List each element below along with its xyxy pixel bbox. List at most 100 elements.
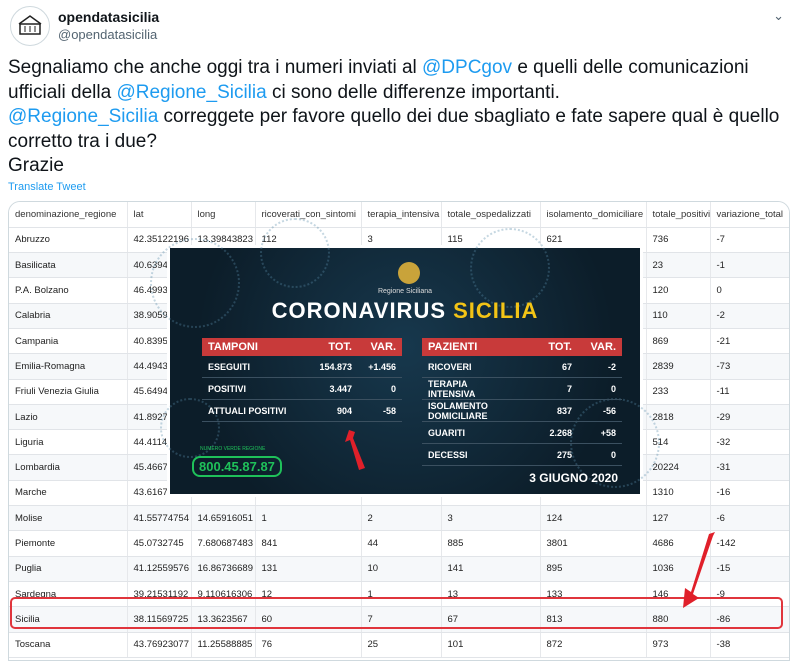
table-cell: 895: [540, 556, 647, 582]
table-cell: 2: [361, 505, 442, 532]
tamponi-panel: TAMPONI TOT. VAR. ESEGUITI 154.873 +1.456 POS…: [202, 338, 402, 422]
translate-tweet-link[interactable]: Translate Tweet: [8, 181, 86, 193]
table-cell: 43.76923077: [127, 632, 192, 658]
table-cell: Basilicata: [9, 252, 128, 279]
display-name[interactable]: opendatasicilia: [58, 9, 159, 25]
table-cell: -2: [710, 303, 789, 329]
pazienti-row: ISOLAMENTO DOMICILIARE 837 -56: [422, 400, 622, 422]
tamponi-cell: 154.873: [319, 361, 352, 372]
pazienti-row: GUARITI 2.268 +58: [422, 422, 622, 444]
table-cell: 1310: [646, 480, 711, 507]
table-cell: 110: [646, 303, 711, 329]
table-cell: 25: [361, 632, 442, 658]
pazienti-cell: 0: [610, 383, 616, 394]
table-cell: -1: [710, 252, 789, 279]
phone-label: NUMERO VERDE REGIONE: [200, 446, 266, 452]
table-cell: -31: [710, 454, 789, 481]
pazienti-cell: 0: [610, 449, 616, 460]
table-cell: 16.86736689: [191, 556, 256, 582]
table-cell: Calabria: [9, 303, 128, 329]
table-row: Molise 41.55774754 14.65916051 1 2 3 124 127 -6: [9, 505, 789, 532]
tamponi-cell: 3.447: [329, 383, 352, 394]
table-cell: Liguria: [9, 429, 128, 456]
pazienti-cell: 7: [566, 383, 572, 394]
red-arrow-icon: [683, 532, 715, 608]
tweet-line: @Regione_Sicilia correggete per favore q…: [8, 105, 793, 130]
pazienti-cell: +58: [600, 427, 616, 438]
table-cell: 872: [540, 632, 647, 658]
table-cell: 41.12559576: [127, 556, 192, 582]
pazienti-cell: -2: [607, 361, 616, 372]
column-header: long: [191, 202, 256, 228]
infographic-title: CORONAVIRUS SICILIA: [271, 298, 539, 323]
tweet-text-segment: Grazie: [8, 155, 64, 176]
tweet-text-segment: ci sono delle differenze importanti.: [266, 81, 560, 103]
table-cell: 3801: [540, 530, 647, 557]
tweet-media-image[interactable]: denominazione_regione lat long ricoverati_c…: [8, 201, 790, 661]
tamponi-row: ATTUALI POSITIVI 904 -58: [202, 400, 402, 422]
pazienti-row: RICOVERI 67 -2: [422, 356, 622, 378]
tot-header: TOT.: [548, 341, 572, 353]
table-cell: -73: [710, 353, 789, 380]
chevron-down-icon[interactable]: ⌄: [773, 8, 784, 24]
table-cell: Emilia-Romagna: [9, 353, 128, 380]
pazienti-cell: 275: [556, 449, 572, 460]
trinacria-emblem-icon: [398, 262, 420, 284]
tweet-text-segment: ufficiali della: [8, 81, 117, 103]
table-cell: 0: [710, 277, 789, 304]
table-cell: 233: [646, 379, 711, 405]
pazienti-cell: 2.268: [549, 427, 572, 438]
table-cell: Lombardia: [9, 454, 128, 481]
table-cell: 141: [441, 556, 541, 582]
infographic-date: 3 GIUGNO 2020: [529, 471, 618, 485]
tamponi-cell: POSITIVI: [208, 383, 247, 394]
tamponi-header: TAMPONI: [208, 341, 258, 353]
pazienti-row: TERAPIA INTENSIVA 7 0: [422, 378, 622, 400]
table-cell: Abruzzo: [9, 227, 128, 254]
var-header: VAR.: [590, 341, 616, 353]
table-cell: -21: [710, 328, 789, 355]
phone-number: 800.45.87.87: [192, 456, 282, 477]
tweet-text-segment: Segnaliamo che anche oggi tra i numeri i…: [8, 57, 423, 78]
tot-header: TOT.: [328, 341, 352, 353]
user-handle[interactable]: @opendatasicilia: [58, 27, 157, 42]
mention-link[interactable]: @Regione_Sicilia: [116, 82, 266, 103]
mention-link[interactable]: @DPCgov: [422, 57, 512, 78]
table-cell: P.A. Bolzano: [9, 277, 128, 304]
table-cell: Campania: [9, 328, 128, 355]
table-row: Piemonte 45.0732745 7.680687483 841 44 885 380…: [9, 530, 789, 557]
pazienti-cell: 67: [561, 361, 572, 372]
table-cell: Molise: [9, 505, 128, 532]
table-cell: -15: [710, 556, 789, 582]
table-cell: Puglia: [9, 556, 128, 582]
table-cell: -29: [710, 404, 789, 431]
table-cell: 736: [646, 227, 711, 254]
pazienti-panel: PAZIENTI TOT. VAR. RICOVERI 67 -2 TERAPIA INT…: [422, 338, 622, 466]
table-cell: 120: [646, 277, 711, 304]
table-cell: 1: [255, 505, 362, 532]
table-cell: 10: [361, 556, 442, 582]
pazienti-row: DECESSI 275 0: [422, 444, 622, 466]
table-cell: 841: [255, 530, 362, 557]
table-cell: -142: [710, 530, 789, 557]
tamponi-row: ESEGUITI 154.873 +1.456: [202, 356, 402, 378]
tamponi-cell: ESEGUITI: [208, 361, 251, 372]
tamponi-cell: -58: [382, 405, 396, 416]
table-cell: -6: [710, 505, 789, 532]
table-cell: 3: [441, 505, 541, 532]
pazienti-cell: RICOVERI: [428, 361, 472, 372]
mention-link[interactable]: @Regione_Sicilia: [8, 106, 158, 127]
table-row: Puglia 41.12559576 16.86736689 131 10 141 895 1…: [9, 556, 789, 582]
column-header: totale_positivi: [646, 202, 711, 228]
table-cell: 7.680687483: [191, 530, 256, 557]
var-header: VAR.: [370, 341, 396, 353]
column-header: totale_ospedalizzati: [441, 202, 541, 228]
table-cell: 45.0732745: [127, 530, 192, 557]
tamponi-cell: +1.456: [368, 361, 396, 372]
avatar[interactable]: [10, 6, 50, 46]
pazienti-cell: TERAPIA INTENSIVA: [428, 378, 476, 399]
table-cell: 101: [441, 632, 541, 658]
table-cell: 76: [255, 632, 362, 658]
table-cell: 124: [540, 505, 647, 532]
column-header: variazione_total: [710, 202, 789, 228]
